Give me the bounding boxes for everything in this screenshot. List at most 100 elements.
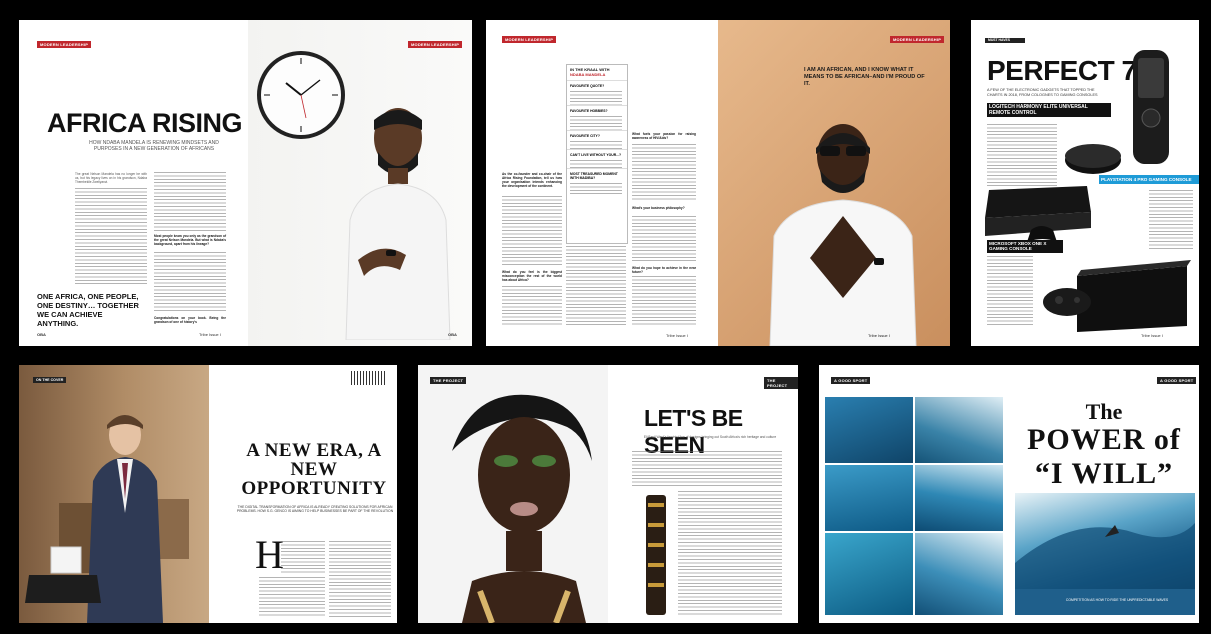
body-column-2: [154, 172, 226, 232]
section-tag: THE PROJECT: [430, 377, 467, 384]
spread-lets-be-seen[interactable]: THE PROJECT THE PROJECT LET'S BE SEEN El…: [418, 365, 798, 623]
question-1: As the co-founder and co-chair of the Af…: [502, 172, 562, 188]
body-snippet: The great Nelson Mandela has no longer b…: [75, 172, 147, 184]
item-2-body: [1149, 190, 1193, 250]
spread-new-era[interactable]: ON THE COVER A NEW ERA, A NEW OPPORTUNIT…: [19, 365, 397, 623]
body-intro: The great Nelson Mandela has no longer b…: [75, 172, 147, 184]
section-label: A GOOD SPORT: [834, 378, 868, 383]
section-tag-right: MODERN LEADERSHIP: [408, 41, 463, 48]
question-4: What's your business philosophy?: [632, 206, 685, 210]
section-label-right: A GOOD SPORT: [1160, 378, 1194, 383]
section-tag: MODERN LEADERSHIP: [502, 36, 557, 43]
headline: PERFECT 7: [987, 55, 1137, 86]
section-tag: A GOOD SPORT: [831, 377, 871, 384]
sidebar-answer: [570, 116, 622, 130]
dropcap: H: [255, 532, 284, 577]
standfirst: HOW NDABA MANDELA IS RENEWING MINDSETS A…: [89, 140, 219, 152]
spread-2-right-page: MODERN LEADERSHIP I AM AN AFRICAN, AND I…: [718, 20, 950, 346]
spread-6-right-page: A GOOD SPORT The POWER of “I WILL” COMPE…: [1009, 365, 1199, 623]
portrait-man-white-shirt: [345, 108, 451, 340]
model-portrait: [452, 394, 592, 623]
section-tag-right: A GOOD SPORT: [1157, 377, 1197, 384]
typewriter-image: [25, 546, 101, 603]
body-column-3b: [632, 216, 696, 262]
item-3-title: MICROSOFT XBOX ONE X GAMING CONSOLE: [987, 240, 1063, 253]
beaded-sculpture-image: [646, 495, 666, 615]
folio-left: OBA: [37, 332, 46, 337]
sidebar-item: FAVOURITE HOBBIES?: [567, 105, 627, 116]
qa-question-2: Congratulations on your book. Being the …: [154, 316, 226, 324]
qa-question-1: Most people know you only as the grandso…: [154, 234, 226, 246]
surf-photo-2: [915, 397, 1003, 463]
spread-5-right-page: THE PROJECT LET'S BE SEEN Eli Basil Ward…: [608, 365, 798, 623]
spread-6-left-page: A GOOD SPORT: [819, 365, 1009, 623]
item-1-title: LOGITECH HARMONY ELITE UNIVERSAL REMOTE …: [987, 103, 1111, 117]
headline-line-1: The: [1085, 399, 1123, 424]
sidebar-answer: [570, 183, 622, 195]
issue-label-left: Tribe Issue I: [199, 332, 221, 337]
pull-quote: I AM AN AFRICAN, AND I KNOW WHAT IT MEAN…: [804, 67, 925, 87]
item-2-title: PLAYSTATION 4 PRO GAMING CONSOLE: [1099, 175, 1199, 184]
spread-4-left-page: ON THE COVER: [19, 365, 209, 623]
section-label: THE PROJECT: [433, 378, 464, 383]
surf-photo-4: [915, 465, 1003, 531]
issue-label: Tribe Issue I: [1141, 333, 1163, 338]
body-column-3c: [632, 276, 696, 326]
section-tag: MODERN LEADERSHIP: [37, 41, 92, 48]
headline-line-3: “I WILL”: [1034, 457, 1174, 490]
body-column-1: [75, 188, 147, 284]
section-label-right: THE PROJECT: [767, 378, 788, 388]
headline-line-2: POWER of: [1027, 423, 1181, 456]
section-label: ON THE COVER: [36, 378, 64, 382]
headline: AFRICA RISING: [47, 108, 243, 138]
section-tag: ON THE COVER: [33, 377, 67, 383]
sidebar-item: CAN'T LIVE WITHOUT YOUR...?: [567, 149, 627, 160]
caption: COMPETITION AS HOW TO RIDE THE UNPREDICT…: [1065, 598, 1169, 602]
body-column-1: [632, 451, 782, 487]
sidebar-item: FAVOURITE QUOTE?: [567, 80, 627, 91]
sidebar-answer: [570, 91, 622, 105]
surf-photo-6: [915, 533, 1003, 615]
section-tag-right: THE PROJECT: [764, 377, 798, 389]
spread-5-left-page: THE PROJECT: [418, 365, 608, 623]
section-label: MUST HAVES: [988, 38, 1010, 42]
section-tag-right: MODERN LEADERSHIP: [890, 36, 945, 43]
sidebar-title: IN THE KRAAL WITH: [570, 67, 610, 72]
spread-perfect-7[interactable]: MUST HAVES PERFECT 7 A FEW OF THE ELECTR…: [971, 20, 1199, 346]
pattern-block: [351, 371, 387, 385]
surf-photo-3: [825, 465, 913, 531]
body-column-2: [678, 491, 782, 617]
question-2: What do you feel is the biggest misconce…: [502, 270, 562, 282]
issue-label: Tribe Issue I: [666, 333, 688, 338]
spread-ndaba-interview[interactable]: MODERN LEADERSHIP IN THE KRAAL WITH NDAB…: [486, 20, 950, 346]
body-column-2: [329, 541, 391, 617]
playstation-console-image: [985, 186, 1091, 242]
question-5: What do you hope to achieve in the near …: [632, 266, 696, 274]
body-column-1: [502, 196, 562, 266]
portrait-man-sunglasses: [769, 124, 917, 346]
spread-4-right-page: A NEW ERA, A NEW OPPORTUNITY THE DIGITAL…: [209, 365, 397, 623]
body-column-2: [566, 246, 626, 326]
sidebar-answer: [570, 141, 622, 149]
spread-1-right-page: MODERN LEADERSHIP OBA: [248, 20, 472, 346]
surf-photo-1: [825, 397, 913, 463]
item-3-body: [987, 256, 1033, 326]
spread-power-of-i-will[interactable]: A GOOD SPORT A GOOD SPORT The POWER of “…: [819, 365, 1199, 623]
pull-quote: ONE AFRICA, ONE PEOPLE, ONE DESTINY… TOG…: [37, 292, 139, 328]
standfirst: THE DIGITAL TRANSFORMATION OF AFRICA IS …: [236, 505, 394, 514]
question-3: What fuels your passion for raising awar…: [632, 132, 696, 140]
body-column-3: [632, 144, 696, 202]
surf-photo-5: [825, 533, 913, 615]
body-column-1: [281, 541, 325, 573]
section-bar: MUST HAVES: [985, 38, 1025, 43]
spread-africa-rising[interactable]: MODERN LEADERSHIP AFRICA RISING HOW NDAB…: [19, 20, 472, 346]
spread-1-left-page: MODERN LEADERSHIP AFRICA RISING HOW NDAB…: [19, 20, 248, 346]
caption-bar: COMPETITION AS HOW TO RIDE THE UNPREDICT…: [1015, 589, 1195, 615]
sidebar-item: MOST TREASURED MOMENT WITH MADIBA?: [567, 168, 627, 183]
standfirst: Eli Basil Ward's feminist line of design…: [643, 435, 777, 439]
sidebar-box: IN THE KRAAL WITH NDABA MANDELA FAVOURIT…: [566, 64, 628, 244]
issue-label-right: Tribe Issue I: [868, 333, 890, 338]
folio-right: OBA: [448, 332, 457, 337]
headline: A NEW ERA, A NEW OPPORTUNITY: [241, 440, 387, 499]
sidebar-item: FAVOURITE CITY?: [567, 130, 627, 141]
